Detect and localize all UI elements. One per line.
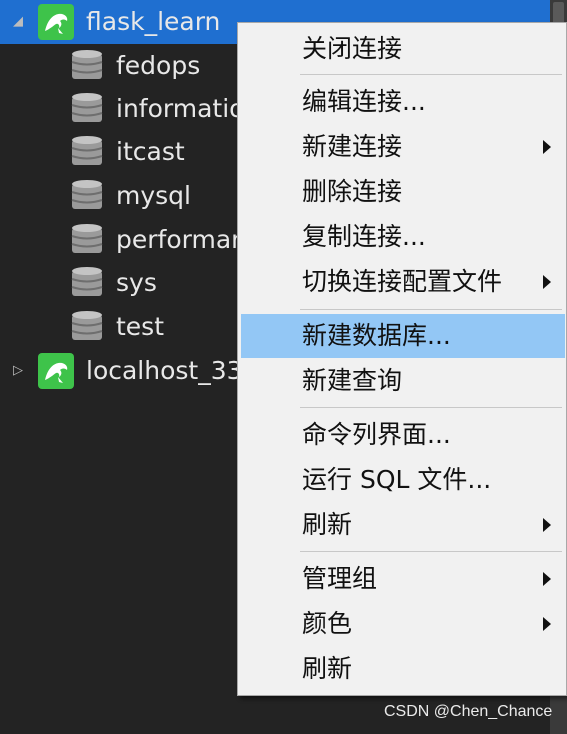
context-menu: 关闭连接 编辑连接... 新建连接 删除连接 复制连接... 切换连接配置文件 … [237, 22, 567, 696]
menu-item-run-sql-file[interactable]: 运行 SQL 文件... [241, 458, 565, 502]
menu-item-label: 复制连接... [302, 222, 426, 251]
database-label: itcast [116, 137, 185, 166]
menu-item-label: 颜色 [302, 609, 353, 638]
menu-item-label: 关闭连接 [302, 34, 403, 63]
menu-item-manage-group[interactable]: 管理组 [241, 557, 565, 601]
database-icon [70, 266, 104, 300]
menu-item-color[interactable]: 颜色 [241, 602, 565, 646]
connection-label: flask_learn [86, 7, 221, 36]
submenu-arrow-icon [543, 518, 551, 532]
database-label: test [116, 312, 165, 341]
menu-item-label: 编辑连接... [302, 87, 426, 116]
database-icon [70, 223, 104, 257]
collapse-arrow-icon[interactable]: ▷ [10, 363, 26, 379]
database-icon [70, 49, 104, 83]
database-icon [70, 92, 104, 126]
menu-separator [300, 551, 562, 552]
menu-item-label: 删除连接 [302, 177, 403, 206]
menu-item-label: 刷新 [302, 510, 353, 539]
database-label: sys [116, 268, 157, 297]
menu-item-label: 命令列界面... [302, 420, 451, 449]
menu-item-switch-profile[interactable]: 切换连接配置文件 [241, 260, 565, 304]
database-icon [70, 310, 104, 344]
submenu-arrow-icon [543, 617, 551, 631]
menu-item-new-database[interactable]: 新建数据库... [241, 314, 565, 358]
menu-item-delete-connection[interactable]: 删除连接 [241, 170, 565, 214]
menu-separator [300, 74, 562, 75]
submenu-arrow-icon [543, 140, 551, 154]
menu-item-close-connection[interactable]: 关闭连接 [241, 27, 565, 71]
database-label: mysql [116, 181, 191, 210]
menu-item-command-line[interactable]: 命令列界面... [241, 413, 565, 457]
menu-item-edit-connection[interactable]: 编辑连接... [241, 80, 565, 124]
submenu-arrow-icon [543, 572, 551, 586]
watermark: CSDN @Chen_Chance [384, 703, 553, 720]
expand-arrow-icon[interactable]: ◢ [10, 14, 26, 30]
submenu-arrow-icon [543, 275, 551, 289]
menu-separator [300, 309, 562, 310]
database-icon [70, 135, 104, 169]
menu-item-label: 新建查询 [302, 366, 403, 395]
menu-item-copy-connection[interactable]: 复制连接... [241, 215, 565, 259]
menu-item-label: 刷新 [302, 654, 353, 683]
database-label: fedops [116, 51, 201, 80]
menu-item-label: 运行 SQL 文件... [302, 465, 492, 494]
menu-separator [300, 407, 562, 408]
menu-item-refresh[interactable]: 刷新 [241, 647, 565, 691]
menu-item-new-connection[interactable]: 新建连接 [241, 125, 565, 169]
menu-item-refresh-submenu[interactable]: 刷新 [241, 503, 565, 547]
menu-item-label: 新建数据库... [302, 321, 451, 350]
database-icon [70, 179, 104, 213]
menu-item-label: 管理组 [302, 564, 378, 593]
mysql-dolphin-icon [38, 4, 74, 40]
menu-item-new-query[interactable]: 新建查询 [241, 359, 565, 403]
mysql-dolphin-icon [38, 353, 74, 389]
menu-item-label: 新建连接 [302, 132, 403, 161]
menu-item-label: 切换连接配置文件 [302, 267, 503, 296]
